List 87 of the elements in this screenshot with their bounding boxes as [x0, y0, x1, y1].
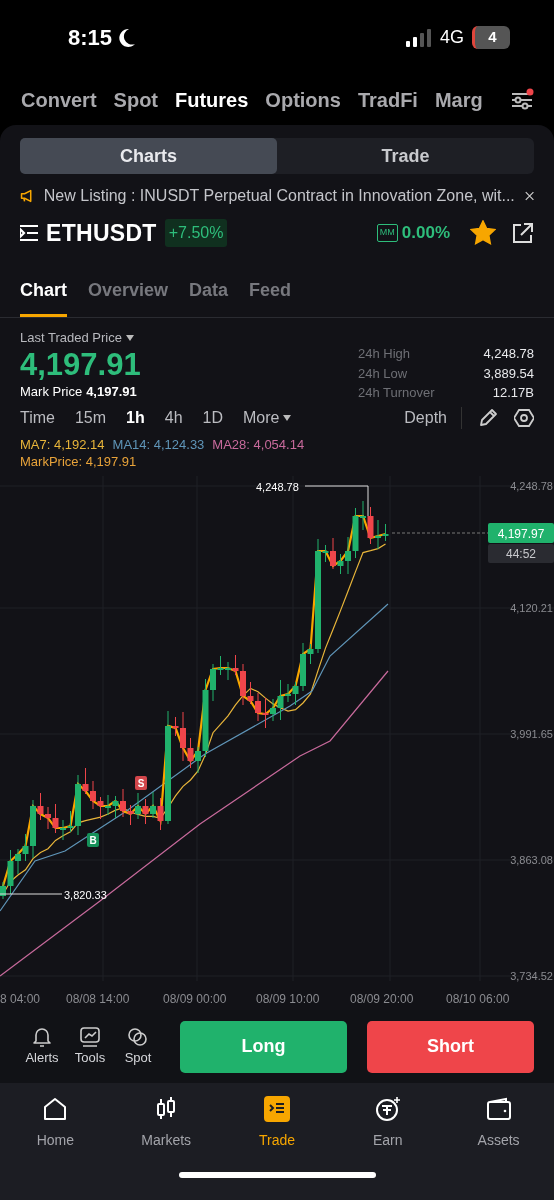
wallet-icon [485, 1096, 512, 1122]
stat-value: 12.17B [491, 384, 534, 402]
section-tab[interactable]: Feed [249, 277, 292, 317]
market-tab[interactable]: TradFi [357, 85, 418, 115]
change-percent: +7.50% [164, 219, 228, 247]
stat-value: 4,248.78 [482, 345, 534, 363]
coin-plus-icon [374, 1096, 401, 1122]
caret-icon [283, 415, 292, 421]
market-tab[interactable]: Marg [434, 85, 483, 115]
interval-tab[interactable]: 4h [164, 406, 183, 430]
nav-tab[interactable]: Home [0, 1095, 111, 1152]
sell-signal-marker: S [135, 776, 147, 790]
moon-icon [116, 26, 137, 49]
price-axis-label: 3,991.65 [510, 728, 553, 740]
home-icon [42, 1096, 69, 1122]
price-type-label[interactable]: Last Traded Price [20, 328, 122, 348]
time-axis-label: 08/09 20:00 [350, 992, 414, 1006]
leader-line [304, 485, 369, 517]
announcement-text[interactable]: New Listing : INUSDT Perpetual Contract in Innovation Zone, wit... [43, 184, 515, 208]
view-tab[interactable]: Trade [277, 138, 534, 174]
high-price-label: 4,248.78 [256, 481, 299, 493]
pencil-icon[interactable] [478, 408, 498, 428]
tool-button[interactable]: Alerts [20, 1025, 64, 1068]
price-axis-label: 3,863.08 [510, 854, 553, 866]
mm-rate: 0.00% [401, 222, 450, 245]
battery-level: 4 [472, 26, 510, 49]
settings-icon[interactable] [514, 408, 534, 428]
interval-tab[interactable]: 1D [202, 406, 223, 430]
interval-tab[interactable]: 1h [126, 406, 145, 430]
mark-price-value: MarkPrice: 4,197.91 [20, 453, 137, 470]
network-label: 4G [440, 26, 464, 49]
nav-tab[interactable]: Markets [110, 1095, 222, 1152]
stat-value: 3,889.54 [482, 364, 534, 383]
symbol-name[interactable]: ETHUSDT [46, 215, 157, 251]
menu-icon[interactable] [20, 225, 38, 241]
market-tab[interactable]: Convert [21, 85, 97, 115]
section-tab[interactable]: Chart [20, 277, 67, 317]
trade-icon [264, 1096, 290, 1122]
mark-price-value: 4,197.91 [86, 382, 137, 401]
moving-average-value: MA28: 4,054.14 [212, 436, 305, 453]
section-tab[interactable]: Overview [88, 277, 169, 317]
stat-label: 24h High [358, 345, 412, 363]
coins-icon [127, 1025, 149, 1048]
interval-tab[interactable]: More [243, 406, 292, 430]
interval-tab[interactable]: Time [20, 406, 55, 430]
view-tab[interactable]: Charts [20, 138, 277, 174]
nav-tab[interactable]: Earn [332, 1095, 444, 1152]
depth-button[interactable]: Depth [404, 406, 447, 430]
share-icon[interactable] [512, 222, 534, 244]
market-tab[interactable]: Futures [175, 85, 249, 115]
mm-badge: MM [376, 224, 398, 242]
time-axis-label: 08/08 14:00 [66, 992, 130, 1006]
moving-average-value: MA14: 4,124.33 [112, 436, 205, 453]
nav-tab[interactable]: Trade [221, 1095, 333, 1152]
countdown-tag: 44:52 [488, 544, 554, 563]
leader-line [0, 893, 63, 895]
buy-signal-marker: B [87, 833, 99, 847]
stat-label: 24h Turnover [358, 384, 436, 402]
signal-icon [406, 28, 432, 47]
close-icon[interactable] [524, 190, 534, 202]
chart-screen-icon [79, 1025, 101, 1048]
tool-button[interactable]: Spot [116, 1025, 160, 1068]
mark-price-label: Mark Price [20, 382, 83, 401]
price-axis-label: 4,120.21 [510, 602, 553, 614]
price-axis-label: 4,248.78 [510, 480, 553, 492]
market-tab[interactable]: Options [265, 85, 341, 115]
interval-tab[interactable]: 15m [74, 406, 107, 430]
clock-time: 8:15 [68, 24, 113, 52]
star-icon[interactable] [470, 220, 496, 246]
caret-icon [125, 334, 134, 341]
low-price-label: 3,820.33 [64, 889, 107, 901]
megaphone-icon [20, 188, 34, 204]
current-price-tag: 4,197.97 [488, 523, 554, 543]
time-axis-label: 08/09 00:00 [163, 992, 227, 1006]
price-axis-label: 3,734.52 [510, 970, 553, 982]
time-axis-label: 08/09 10:00 [256, 992, 320, 1006]
time-axis-label: 08/10 06:00 [446, 992, 510, 1006]
moving-average-value: MA7: 4,192.14 [20, 436, 105, 453]
tool-button[interactable]: Tools [68, 1025, 112, 1068]
bell-icon [31, 1025, 53, 1048]
nav-tab[interactable]: Assets [443, 1095, 554, 1152]
section-tab[interactable]: Data [189, 277, 229, 317]
market-tab[interactable]: Spot [113, 85, 158, 115]
short-button[interactable]: Short [367, 1020, 534, 1073]
last-price: 4,197.91 [20, 347, 141, 382]
stat-label: 24h Low [358, 364, 409, 383]
time-axis-label: 8 04:00 [0, 992, 41, 1006]
